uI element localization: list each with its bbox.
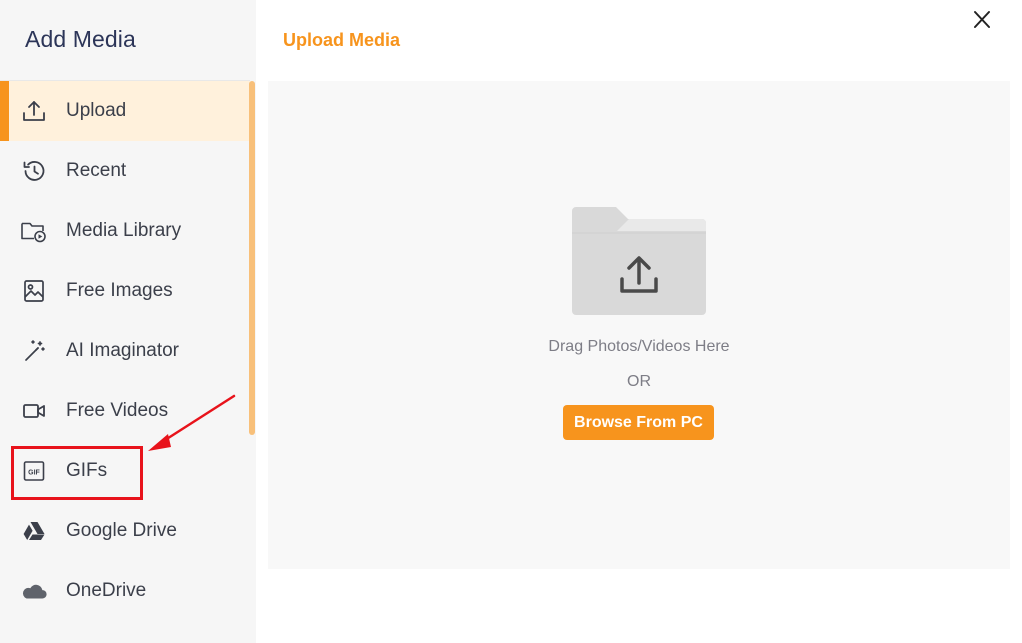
or-separator: OR (627, 373, 651, 390)
sidebar-item-label: Upload (66, 100, 127, 121)
sidebar-menu: Upload Recent Media Library Free Images … (0, 81, 250, 621)
sidebar-item-label: AI Imaginator (66, 340, 179, 361)
image-icon (20, 279, 48, 303)
sidebar-item-onedrive[interactable]: OneDrive (0, 561, 250, 621)
sidebar-title: Add Media (25, 26, 136, 52)
video-camera-icon (20, 399, 48, 423)
history-icon (20, 159, 48, 183)
browse-from-pc-button[interactable]: Browse From PC (563, 405, 714, 440)
folder-upload-icon (572, 207, 706, 315)
annotation-highlight-box (11, 446, 143, 500)
upload-icon (20, 99, 48, 123)
sidebar-item-label: Free Images (66, 280, 173, 301)
close-icon[interactable] (970, 8, 994, 32)
sidebar-item-label: Media Library (66, 220, 182, 241)
sidebar-item-recent[interactable]: Recent (0, 141, 250, 201)
sidebar-item-upload[interactable]: Upload (0, 81, 250, 141)
sidebar-item-label: OneDrive (66, 580, 147, 601)
magic-wand-icon (20, 339, 48, 363)
sidebar-item-google-drive[interactable]: Google Drive (0, 501, 250, 561)
drag-instruction: Drag Photos/Videos Here (548, 338, 730, 355)
sidebar-item-label: Recent (66, 160, 127, 181)
sidebar-scrollbar[interactable] (249, 81, 255, 435)
sidebar-item-free-images[interactable]: Free Images (0, 261, 250, 321)
upload-dropzone[interactable]: Drag Photos/Videos Here OR Browse From P… (268, 81, 1010, 569)
sidebar-item-label: Google Drive (66, 520, 177, 541)
sidebar: Add Media Upload Recent Media Library Fr… (0, 0, 256, 643)
onedrive-icon (20, 579, 48, 603)
sidebar-item-media-library[interactable]: Media Library (0, 201, 250, 261)
google-drive-icon (20, 519, 48, 543)
annotation-arrow (148, 394, 236, 451)
sidebar-item-ai-imaginator[interactable]: AI Imaginator (0, 321, 250, 381)
folder-play-icon (20, 219, 48, 243)
page-title: Upload Media (283, 30, 401, 50)
